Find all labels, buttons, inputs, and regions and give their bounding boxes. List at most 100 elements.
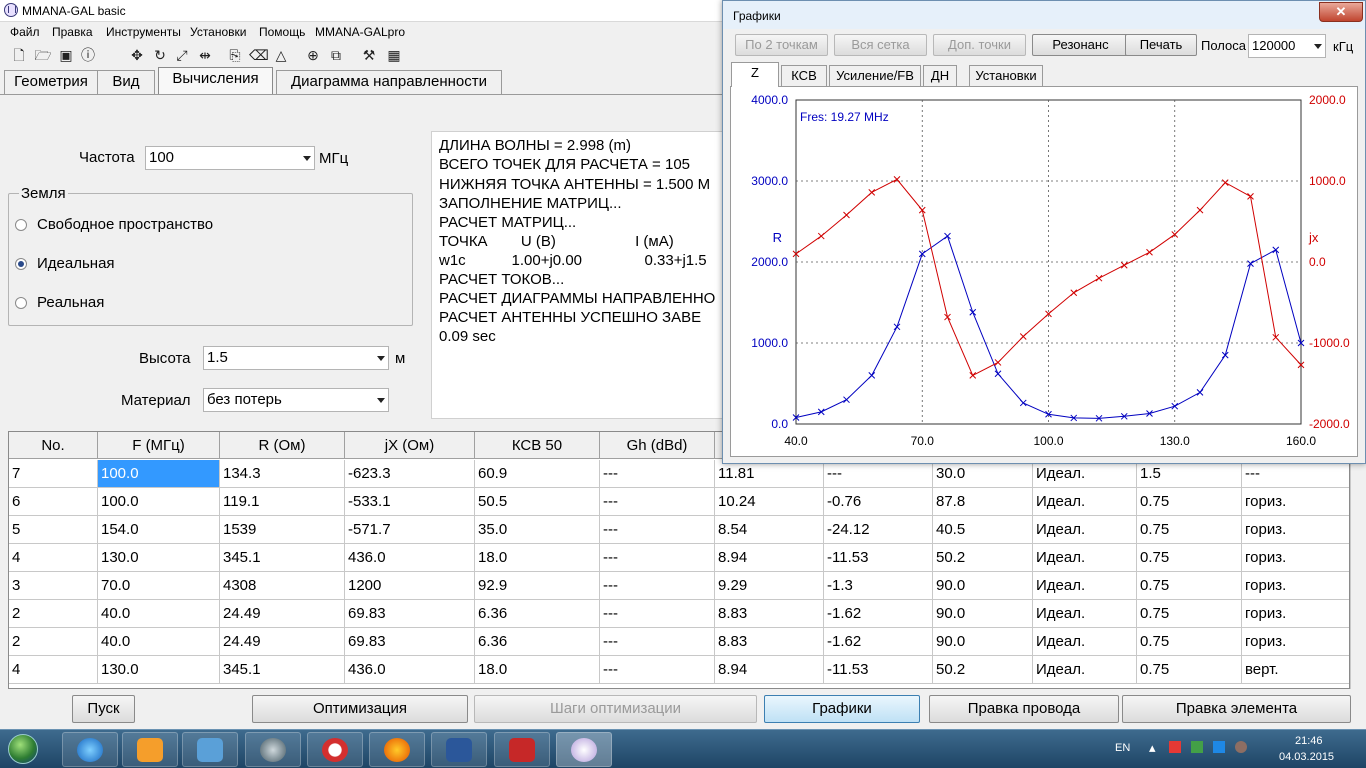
table-cell[interactable]: верт. <box>1242 656 1349 684</box>
clock-time[interactable]: 21:46 <box>1295 735 1323 747</box>
table-cell[interactable]: 35.0 <box>475 516 600 544</box>
table-cell[interactable]: --- <box>824 460 933 488</box>
graph-tab-gain-fb[interactable]: Усиление/FB <box>829 65 921 86</box>
table-cell[interactable]: -1.3 <box>824 572 933 600</box>
table-cell[interactable]: 24.49 <box>220 600 345 628</box>
results-scrollbar[interactable] <box>1350 431 1366 689</box>
run-button[interactable]: Пуск <box>72 695 135 723</box>
table-cell[interactable]: 90.0 <box>933 572 1033 600</box>
opera-icon[interactable] <box>307 732 363 767</box>
mmana-app-icon[interactable] <box>556 732 612 767</box>
graphs-window-titlebar[interactable]: Графики ✕ <box>723 1 1365 29</box>
tab-geometry[interactable]: Геометрия <box>4 70 98 94</box>
ground-real-radio[interactable] <box>15 297 27 309</box>
table-cell[interactable]: 134.3 <box>220 460 345 488</box>
table-cell[interactable]: 4308 <box>220 572 345 600</box>
table-cell[interactable]: 100.0 <box>98 488 220 516</box>
table-cell[interactable]: гориз. <box>1242 600 1349 628</box>
table-cell[interactable]: 90.0 <box>933 628 1033 656</box>
table-cell[interactable]: --- <box>600 656 715 684</box>
flag-icon[interactable] <box>1169 741 1181 753</box>
table-cell[interactable]: -1.62 <box>824 600 933 628</box>
duplicate-icon[interactable]: ⧉ <box>327 46 345 64</box>
column-header[interactable]: Gh (dBd) <box>600 432 715 459</box>
full-grid-button[interactable]: Вся сетка <box>834 34 927 56</box>
table-cell[interactable]: 7 <box>9 460 98 488</box>
table-cell[interactable]: 8.94 <box>715 544 824 572</box>
divide-icon[interactable]: ⇹ <box>196 46 214 64</box>
band-combo[interactable]: 120000 <box>1248 34 1326 58</box>
print-button[interactable]: Печать <box>1125 34 1197 56</box>
tab-calculation[interactable]: Вычисления <box>158 67 273 94</box>
internet-explorer-icon[interactable] <box>62 732 118 767</box>
table-cell[interactable]: 50.5 <box>475 488 600 516</box>
table-cell[interactable]: 154.0 <box>98 516 220 544</box>
language-indicator[interactable]: EN <box>1115 742 1130 754</box>
table-cell[interactable]: 0.75 <box>1137 488 1242 516</box>
table-cell[interactable]: 1539 <box>220 516 345 544</box>
table-cell[interactable]: Идеал. <box>1033 656 1137 684</box>
tools-icon[interactable]: ⚒ <box>360 46 378 64</box>
table-cell[interactable]: 18.0 <box>475 656 600 684</box>
table-cell[interactable]: -0.76 <box>824 488 933 516</box>
network-icon[interactable] <box>1191 741 1203 753</box>
table-cell[interactable]: -11.53 <box>824 544 933 572</box>
graph-tab-pattern[interactable]: ДН <box>923 65 957 86</box>
file-explorer-icon[interactable] <box>182 732 238 767</box>
table-cell[interactable]: 100.0 <box>98 460 220 488</box>
column-header[interactable]: КСВ 50 <box>475 432 600 459</box>
table-cell[interactable]: -571.7 <box>345 516 475 544</box>
table-cell[interactable]: 4 <box>9 656 98 684</box>
table-cell[interactable]: 436.0 <box>345 544 475 572</box>
material-combo[interactable]: без потерь <box>203 388 389 412</box>
menu-file[interactable]: Файл <box>10 25 40 39</box>
table-cell[interactable]: 345.1 <box>220 544 345 572</box>
firefox-icon[interactable] <box>369 732 425 767</box>
two-points-button[interactable]: По 2 точкам <box>735 34 828 56</box>
table-cell[interactable]: --- <box>600 600 715 628</box>
move-icon[interactable]: ✥ <box>128 46 146 64</box>
table-cell[interactable]: 8.83 <box>715 628 824 656</box>
table-cell[interactable]: 50.2 <box>933 544 1033 572</box>
table-cell[interactable]: --- <box>1242 460 1349 488</box>
copy-icon[interactable]: ⎘ <box>226 46 244 64</box>
table-cell[interactable]: 0.75 <box>1137 600 1242 628</box>
table-cell[interactable]: 0.75 <box>1137 656 1242 684</box>
ground-ideal-label[interactable]: Идеальная <box>37 255 115 272</box>
tab-view[interactable]: Вид <box>97 70 155 94</box>
table-cell[interactable]: 69.83 <box>345 628 475 656</box>
graph-tab-settings[interactable]: Установки <box>969 65 1043 86</box>
menu-edit[interactable]: Правка <box>52 25 93 39</box>
menu-pro[interactable]: MMANA-GALpro <box>315 25 405 39</box>
table-cell[interactable]: 11.81 <box>715 460 824 488</box>
clock-date[interactable]: 04.03.2015 <box>1279 751 1334 763</box>
start-button-icon[interactable] <box>8 734 38 764</box>
table-cell[interactable]: 8.83 <box>715 600 824 628</box>
table-cell[interactable]: 4 <box>9 544 98 572</box>
word-icon[interactable] <box>431 732 487 767</box>
table-cell[interactable]: 130.0 <box>98 544 220 572</box>
close-icon[interactable]: ✕ <box>1319 2 1363 22</box>
table-cell[interactable]: 5 <box>9 516 98 544</box>
menu-tools[interactable]: Инструменты <box>106 25 181 39</box>
table-cell[interactable]: Идеал. <box>1033 628 1137 656</box>
table-cell[interactable]: 24.49 <box>220 628 345 656</box>
table-cell[interactable]: -1.62 <box>824 628 933 656</box>
optimize-button[interactable]: Оптимизация <box>252 695 468 723</box>
open-folder-icon[interactable]: 🗁 <box>34 46 52 64</box>
column-header[interactable]: F (МГц) <box>98 432 220 459</box>
table-cell[interactable]: 436.0 <box>345 656 475 684</box>
table-cell[interactable]: --- <box>600 516 715 544</box>
table-cell[interactable]: 30.0 <box>933 460 1033 488</box>
table-cell[interactable]: 40.5 <box>933 516 1033 544</box>
table-cell[interactable]: 6 <box>9 488 98 516</box>
table-cell[interactable]: гориз. <box>1242 516 1349 544</box>
table-cell[interactable]: --- <box>600 488 715 516</box>
table-cell[interactable]: 345.1 <box>220 656 345 684</box>
table-cell[interactable]: 50.2 <box>933 656 1033 684</box>
table-cell[interactable]: -24.12 <box>824 516 933 544</box>
ground-ideal-radio[interactable] <box>15 258 27 270</box>
table-cell[interactable]: -11.53 <box>824 656 933 684</box>
media-player-icon[interactable] <box>122 732 178 767</box>
graphs-button[interactable]: Графики <box>764 695 920 723</box>
